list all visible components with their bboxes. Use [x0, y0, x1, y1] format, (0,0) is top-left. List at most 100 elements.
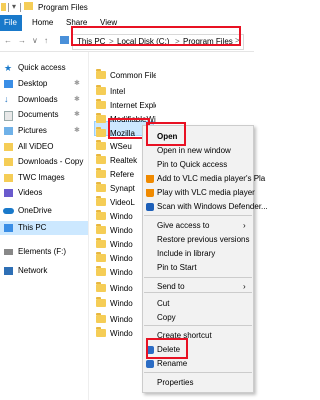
open-highlight [146, 122, 186, 146]
menu-item[interactable]: Add to VLC media player's Pla [157, 174, 265, 183]
download-icon: ↓ [4, 94, 9, 104]
folder-icon [96, 252, 106, 262]
nav-downloads-copy[interactable]: Downloads - Copy [0, 156, 83, 168]
this-pc-icon [4, 224, 13, 232]
up-arrow-icon[interactable]: ↑ [44, 36, 48, 45]
menu-item[interactable]: Play with VLC media player [157, 188, 255, 197]
folder-icon [96, 327, 106, 337]
this-pc-icon [60, 36, 69, 44]
folder-icon [24, 2, 33, 10]
file-name: Windo [110, 329, 133, 338]
menu-separator [144, 215, 252, 216]
folder-icon [96, 99, 106, 109]
folder-icon [96, 313, 106, 323]
file-name: Windo [110, 212, 133, 221]
file-name: Windo [110, 226, 133, 235]
back-arrow-icon[interactable]: ← [4, 36, 12, 45]
menu-item[interactable]: Send to [157, 282, 185, 291]
pin-icon: ✱ [74, 127, 80, 134]
file-name: Windo [110, 268, 133, 277]
nav-downloads[interactable]: ↓ Downloads ✱ [0, 94, 80, 106]
menu-item[interactable]: Scan with Windows Defender... [157, 202, 268, 211]
menu-item[interactable]: Give access to [157, 221, 209, 230]
menu-item[interactable]: Restore previous versions [157, 235, 249, 244]
nav-desktop[interactable]: Desktop ✱ [0, 78, 80, 90]
menu-item[interactable]: Rename [157, 359, 187, 368]
folder-icon [96, 85, 106, 95]
folder-icon [4, 174, 13, 182]
document-icon [4, 111, 13, 121]
menu-item[interactable]: Include in library [157, 249, 215, 258]
folder-icon [4, 143, 13, 151]
file-name: VideoL [110, 198, 135, 207]
network-icon [4, 267, 13, 275]
file-row[interactable]: Intel [96, 85, 156, 98]
file-name: Intel [110, 87, 126, 96]
folder-icon [96, 196, 106, 206]
menu-separator [144, 325, 252, 326]
file-name: Windo [110, 284, 133, 293]
nav-quick-access[interactable]: ★ Quick access [0, 62, 80, 74]
nav-onedrive[interactable]: OneDrive [0, 205, 80, 217]
file-tab[interactable]: File [0, 15, 22, 31]
folder-icon [96, 238, 106, 248]
menu-item[interactable]: Pin to Start [157, 263, 197, 272]
vlc-icon [146, 175, 154, 183]
pane-divider[interactable] [88, 52, 89, 400]
nav-twc-images[interactable]: TWC Images [0, 172, 80, 184]
file-name: Windo [110, 299, 133, 308]
folder-icon [96, 140, 106, 150]
folder-icon [96, 113, 106, 123]
file-tab-label: File [4, 18, 17, 27]
file-name: Internet Explorer [110, 101, 156, 110]
folder-icon [4, 158, 13, 166]
file-row[interactable]: Common Files [96, 69, 156, 82]
drive-icon [4, 249, 13, 255]
menu-separator [144, 277, 252, 278]
pin-icon: ✱ [74, 80, 80, 87]
folder-icon [96, 127, 106, 137]
menu-item[interactable]: Cut [157, 299, 169, 308]
nav-label: Network [18, 266, 48, 275]
file-name: Realtek [110, 156, 138, 165]
videos-icon [4, 189, 13, 197]
file-name: Windo [110, 254, 133, 263]
nav-label: Documents [18, 110, 59, 119]
nav-label: Pictures [18, 126, 47, 135]
menu-item[interactable]: Pin to Quick access [157, 160, 227, 169]
menu-item[interactable]: Open in new window [157, 146, 231, 155]
menu-separator [144, 372, 252, 373]
pin-icon: ✱ [74, 111, 80, 118]
recent-locations-icon[interactable]: ∨ [32, 36, 38, 45]
delete-highlight [146, 338, 188, 359]
submenu-arrow-icon: › [243, 282, 246, 291]
vlc-icon [146, 189, 154, 197]
nav-pictures[interactable]: Pictures ✱ [0, 125, 80, 137]
file-name: WSeu [110, 142, 132, 151]
file-name: Common Files [110, 71, 156, 80]
nav-label: TWC Images [18, 173, 65, 182]
uac-shield-icon [146, 360, 154, 368]
nav-label: OneDrive [18, 206, 52, 215]
tab-home[interactable]: Home [32, 18, 53, 27]
pin-icon: ✱ [74, 96, 80, 103]
quick-access-toolbar-icon[interactable]: ▾ [12, 2, 16, 11]
nav-elements-drive[interactable]: Elements (F:) [0, 246, 80, 258]
nav-documents[interactable]: Documents ✱ [0, 109, 80, 121]
nav-videos[interactable]: Videos [0, 187, 80, 199]
forward-arrow-icon[interactable]: → [18, 36, 26, 45]
nav-all-video[interactable]: All ViDEO [0, 141, 80, 153]
nav-label: Videos [18, 188, 43, 197]
nav-label: Elements (F:) [18, 247, 67, 256]
nav-network[interactable]: Network [0, 265, 80, 277]
folder-icon [96, 182, 106, 192]
address-highlight [71, 26, 241, 46]
nav-label: Downloads [18, 95, 58, 104]
folder-icon [96, 297, 106, 307]
menu-separator [144, 292, 252, 293]
menu-item[interactable]: Copy [157, 313, 176, 322]
star-icon: ★ [4, 63, 13, 73]
menu-item[interactable]: Properties [157, 378, 193, 387]
file-row[interactable]: Internet Explorer [96, 99, 156, 112]
nav-this-pc[interactable]: This PC [0, 222, 80, 234]
